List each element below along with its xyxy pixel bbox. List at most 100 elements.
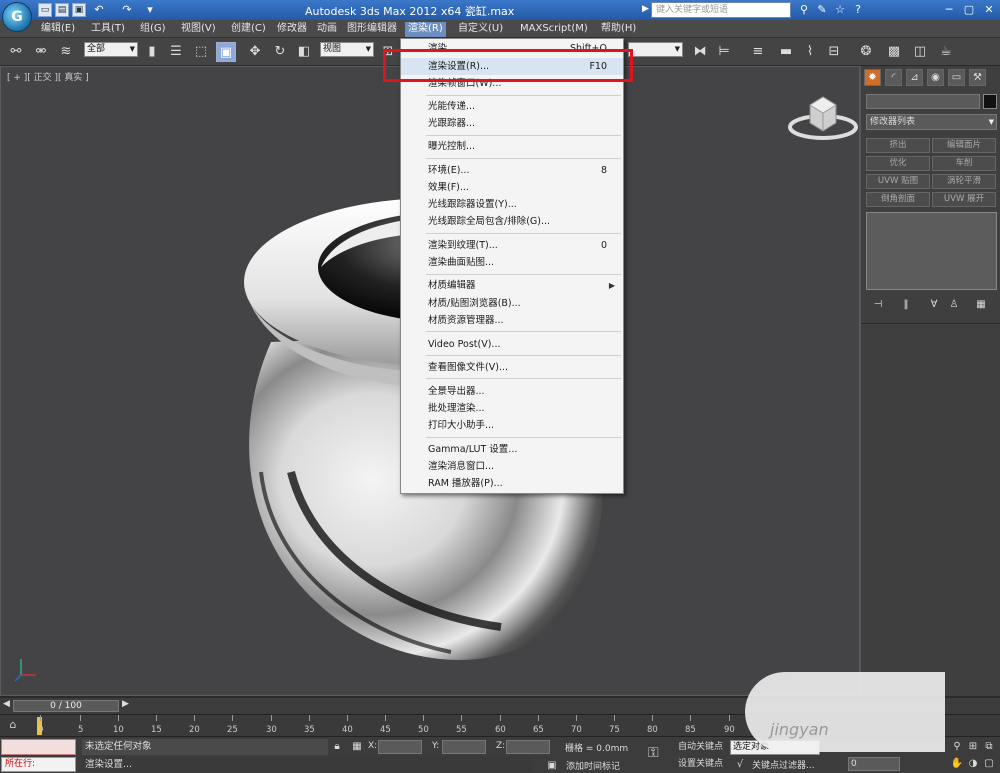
material-editor-icon[interactable]: ❂ [856,42,876,62]
hierarchy-tab-icon[interactable]: ⊿ [906,69,923,86]
maximize-viewport-icon[interactable]: ▢ [982,757,996,771]
configure-modifier-sets-icon[interactable]: ▦ [974,298,988,312]
maximize-button[interactable]: ▢ [960,2,978,18]
viewport-label[interactable]: [ + ][ 正交 ][ 真实 ] [7,70,89,83]
modifier-optimize-button[interactable]: 优化 [866,156,930,171]
time-slider-thumb[interactable]: 0 / 100 [13,700,119,712]
key-mode-icon[interactable]: ⚿ [648,745,659,761]
select-scale-icon[interactable]: ◧ [294,42,314,62]
modifier-list-dropdown[interactable]: 修改器列表 [866,114,997,130]
open-file-icon[interactable]: ▤ [55,3,69,17]
menu-group[interactable]: 组(G) [137,22,169,37]
modifier-uvw-map-button[interactable]: UVW 贴图 [866,174,930,189]
slider-next-icon[interactable]: ▶ [122,699,129,709]
modifier-edit-patch-button[interactable]: 编辑面片 [932,138,996,153]
object-color-swatch[interactable] [983,94,997,109]
modifier-lathe-button[interactable]: 车削 [932,156,996,171]
z-coordinate-field[interactable] [506,740,550,754]
menu-exposure-control[interactable]: 曝光控制... [401,138,623,155]
render-production-icon[interactable]: ☕ [936,42,956,62]
time-tag-icon[interactable]: ▣ [545,759,559,773]
auto-key-button[interactable]: 自动关键点 [678,740,728,755]
menu-material-editor[interactable]: 材质编辑器 ▶ [401,277,623,294]
menu-animation[interactable]: 动画 [314,22,340,37]
menu-create[interactable]: 创建(C) [228,22,269,37]
render-setup-icon[interactable]: ▩ [884,42,904,62]
schematic-view-icon[interactable]: ⊟ [824,42,844,62]
menu-raytracer-settings[interactable]: 光线跟踪器设置(Y)... [401,196,623,213]
maxscript-mini-listener[interactable]: 所在行: [1,757,76,772]
remove-modifier-icon[interactable]: ♙ [947,298,961,312]
menu-render-to-texture[interactable]: 渲染到纹理(T)... 0 [401,237,623,254]
menu-light-tracer[interactable]: 光跟踪器... [401,115,623,132]
search-arrow-icon[interactable]: ▶ [642,4,649,14]
key-filters-button[interactable]: 关键点过滤器... [752,758,815,771]
window-crossing-icon[interactable]: ▣ [216,42,236,62]
named-selection-dropdown[interactable] [628,42,683,57]
menu-maxscript[interactable]: MAXScript(M) [517,22,591,37]
slider-prev-icon[interactable]: ◀ [3,699,10,709]
menu-customize[interactable]: 自定义(U) [455,22,506,37]
menu-render-message-window[interactable]: 渲染消息窗口... [401,458,623,475]
menu-material-browser[interactable]: 材质/贴图浏览器(B)... [401,295,623,312]
key-filter-curve-icon[interactable]: √ [733,758,747,772]
menu-graph-editors[interactable]: 图形编辑器 [344,22,400,37]
create-tab-icon[interactable]: ✹ [864,69,881,86]
menu-modifiers[interactable]: 修改器 [274,22,310,37]
undo-icon[interactable]: ↶ [92,3,106,17]
modifier-extrude-button[interactable]: 挤出 [866,138,930,153]
pan-icon[interactable]: ✋ [950,757,964,771]
lock-selection-icon[interactable]: 🔒︎ [330,740,344,754]
wrench-icon[interactable]: ✎ [815,3,829,17]
menu-raytrace-include-exclude[interactable]: 光线跟踪全局包含/排除(G)... [401,213,623,230]
zoom-all-icon[interactable]: ⊞ [966,740,980,754]
help-icon[interactable]: ? [851,3,865,17]
x-coordinate-field[interactable] [378,740,422,754]
menu-edit[interactable]: 编辑(E) [38,22,78,37]
menu-material-explorer[interactable]: 材质资源管理器... [401,312,623,329]
menu-gamma-lut[interactable]: Gamma/LUT 设置... [401,441,623,458]
rendered-frame-window-icon[interactable]: ◫ [910,42,930,62]
curve-editor-icon[interactable]: ⌇ [800,42,820,62]
show-end-result-icon[interactable]: ‖ [899,298,913,312]
app-logo-icon[interactable]: G [2,2,32,32]
menu-radiosity[interactable]: 光能传递... [401,98,623,115]
quick-access-dropdown-icon[interactable]: ▾ [143,3,157,17]
ribbon-icon[interactable]: ▬ [776,42,796,62]
utilities-tab-icon[interactable]: ⚒ [969,69,986,86]
menu-print-size-wizard[interactable]: 打印大小助手... [401,417,623,434]
modifier-bevel-profile-button[interactable]: 倒角剖面 [866,192,930,207]
viewcube-icon[interactable] [788,91,858,141]
menu-view-image-file[interactable]: 查看图像文件(V)... [401,359,623,376]
zoom-icon[interactable]: ⚲ [950,740,964,754]
redo-icon[interactable]: ↷ [120,3,134,17]
align-icon[interactable]: ⊨ [714,42,734,62]
select-by-name-icon[interactable]: ☰ [166,42,186,62]
modifier-turbosmooth-button[interactable]: 涡轮平滑 [932,174,996,189]
minimize-button[interactable]: ─ [940,2,958,18]
display-tab-icon[interactable]: ▭ [948,69,965,86]
link-icon[interactable]: ⚯ [6,42,26,62]
menu-batch-render[interactable]: 批处理渲染... [401,400,623,417]
modifier-unwrap-uvw-button[interactable]: UVW 展开 [932,192,996,207]
search-input[interactable]: 键入关键字或短语 [651,2,791,18]
menu-environment[interactable]: 环境(E)... 8 [401,162,623,179]
select-object-icon[interactable]: ▮ [142,42,162,62]
set-key-button[interactable]: 设置关键点 [678,757,728,772]
modifier-stack-list[interactable] [866,212,997,290]
save-file-icon[interactable]: ▣ [72,3,86,17]
menu-view[interactable]: 视图(V) [178,22,219,37]
maxscript-listener-input[interactable] [1,739,76,755]
menu-rendering[interactable]: 渲染(R) [405,22,446,37]
pin-stack-icon[interactable]: ⊣ [871,298,885,312]
rect-selection-icon[interactable]: ⬚ [191,42,211,62]
orbit-icon[interactable]: ◑ [966,757,980,771]
zoom-extents-icon[interactable]: ⧉ [982,740,996,754]
select-rotate-icon[interactable]: ↻ [270,42,290,62]
select-move-icon[interactable]: ✥ [245,42,265,62]
transform-mode-icon[interactable]: ▦ [350,740,364,754]
object-name-field[interactable] [866,94,980,109]
current-frame-field[interactable]: 0 [848,757,900,771]
menu-tools[interactable]: 工具(T) [88,22,128,37]
menu-video-post[interactable]: Video Post(V)... [401,336,623,353]
